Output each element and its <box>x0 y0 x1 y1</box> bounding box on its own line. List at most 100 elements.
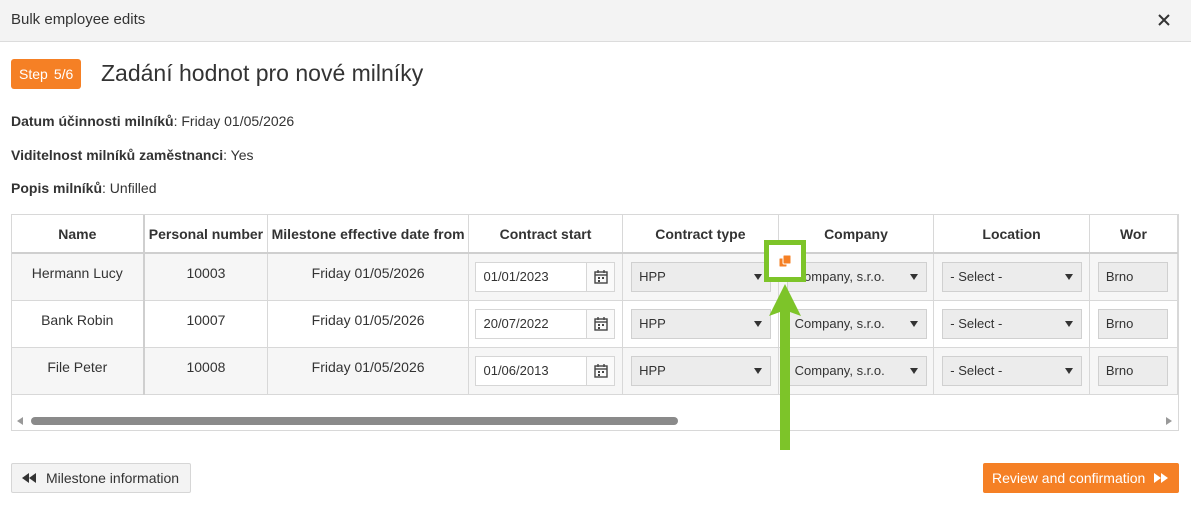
contract-type-value: HPP <box>639 269 666 285</box>
cell-contract-type: HPP <box>622 253 779 301</box>
cell-personal-number: 10003 <box>143 253 269 301</box>
contract-type-value: HPP <box>639 363 666 378</box>
contract-start-value[interactable]: 01/06/2013 <box>476 357 586 385</box>
cell-contract-type: HPP <box>622 347 779 395</box>
company-select[interactable]: Company, s.r.o. <box>786 308 927 339</box>
scrollbar-thumb[interactable] <box>31 417 678 425</box>
column-header-effective-date[interactable]: Milestone effective date from <box>267 215 469 254</box>
cell-contract-start: 20/07/2022 <box>468 300 624 348</box>
chevron-down-icon <box>1065 367 1074 374</box>
page-title: Zadání hodnot pro nové milníky <box>101 60 424 86</box>
calendar-icon[interactable] <box>586 309 615 338</box>
calendar-icon[interactable] <box>586 262 615 291</box>
next-button[interactable]: Review and confirmation <box>983 463 1179 493</box>
work-value: Brno <box>1105 363 1134 378</box>
cell-location: - Select - <box>933 253 1090 301</box>
company-value: Company, s.r.o. <box>794 316 885 331</box>
cell-personal-number: 10008 <box>143 347 269 395</box>
info-description: Popis milníků: Unfilled <box>11 180 156 196</box>
cell-effective-date: Friday 01/05/2026 <box>267 347 469 395</box>
contract-start-field[interactable]: 01/06/2013 <box>475 355 616 386</box>
chevron-down-icon <box>909 320 918 327</box>
table-header-row: Name Personal number Milestone effective… <box>12 215 1178 254</box>
horizontal-scrollbar[interactable] <box>12 412 1178 430</box>
calendar-icon[interactable] <box>586 356 615 385</box>
info-label: Datum účinnosti milníků <box>11 113 174 129</box>
cell-contract-start: 01/06/2013 <box>468 347 624 395</box>
cell-name: Hermann Lucy <box>12 253 145 301</box>
cell-work: Brno <box>1089 300 1178 348</box>
location-value: - Select - <box>950 363 1003 378</box>
employee-table: Name Personal number Milestone effective… <box>12 215 1178 395</box>
info-value: : Unfilled <box>102 180 157 196</box>
company-select[interactable]: Company, s.r.o. <box>786 261 927 292</box>
cell-name: File Peter <box>12 347 145 395</box>
location-select[interactable]: - Select - <box>942 355 1083 386</box>
contract-type-value: HPP <box>639 316 666 331</box>
annotation-arrow-icon <box>769 284 801 450</box>
dialog-title: Bulk employee edits <box>11 11 146 28</box>
cell-contract-start: 01/01/2023 <box>468 253 624 301</box>
contract-type-select[interactable]: HPP <box>631 308 772 339</box>
contract-type-select[interactable]: HPP <box>631 261 772 292</box>
cell-effective-date: Friday 01/05/2026 <box>267 253 469 301</box>
work-select[interactable]: Brno <box>1097 355 1168 386</box>
company-select[interactable]: Company, s.r.o. <box>786 355 927 386</box>
cell-work: Brno <box>1089 253 1178 301</box>
location-select[interactable]: - Select - <box>942 308 1083 339</box>
location-value: - Select - <box>950 316 1003 331</box>
step-value: 5/6 <box>53 66 74 82</box>
back-button-label: Milestone information <box>46 470 180 486</box>
fast-forward-icon <box>1154 473 1169 483</box>
cell-location: - Select - <box>933 300 1090 348</box>
copy-value-button[interactable] <box>764 240 806 282</box>
back-button[interactable]: Milestone information <box>11 463 191 493</box>
contract-start-field[interactable]: 01/01/2023 <box>475 261 616 292</box>
info-value: : Yes <box>223 147 254 163</box>
company-value: Company, s.r.o. <box>794 269 885 285</box>
chevron-down-icon <box>1065 273 1074 280</box>
chevron-down-icon <box>909 367 918 374</box>
table-row: File Peter 10008 Friday 01/05/2026 01/06… <box>12 347 1178 395</box>
info-visibility: Viditelnost milníků zaměstnanci: Yes <box>11 147 254 163</box>
scroll-left-icon[interactable] <box>17 417 23 425</box>
column-header-name[interactable]: Name <box>12 215 145 254</box>
cell-effective-date: Friday 01/05/2026 <box>267 300 469 348</box>
info-effective-date: Datum účinnosti milníků: Friday 01/05/20… <box>11 113 294 129</box>
chevron-down-icon <box>909 273 918 280</box>
cell-personal-number: 10007 <box>143 300 269 348</box>
contract-start-value[interactable]: 20/07/2022 <box>476 310 586 338</box>
copy-icon <box>778 254 792 268</box>
work-select[interactable]: Brno <box>1097 308 1168 339</box>
contract-type-select[interactable]: HPP <box>631 355 772 386</box>
next-button-label: Review and confirmation <box>992 470 1146 486</box>
cell-name: Bank Robin <box>12 300 145 348</box>
info-label: Popis milníků <box>11 180 103 196</box>
cell-contract-type: HPP <box>622 300 779 348</box>
employee-grid: Name Personal number Milestone effective… <box>11 214 1179 431</box>
column-header-personal-number[interactable]: Personal number <box>143 215 269 254</box>
column-header-contract-type[interactable]: Contract type <box>622 215 779 254</box>
chevron-down-icon <box>754 273 763 280</box>
close-icon[interactable] <box>1153 9 1175 31</box>
location-value: - Select - <box>950 269 1003 285</box>
column-header-location[interactable]: Location <box>933 215 1090 254</box>
contract-start-value[interactable]: 01/01/2023 <box>476 263 586 291</box>
column-header-contract-start[interactable]: Contract start <box>468 215 624 254</box>
step-badge: Step 5/6 <box>11 59 82 89</box>
table-row: Hermann Lucy 10003 Friday 01/05/2026 01/… <box>12 253 1178 301</box>
contract-start-field[interactable]: 20/07/2022 <box>475 308 616 339</box>
column-header-work[interactable]: Wor <box>1089 215 1178 254</box>
chevron-down-icon <box>1065 320 1074 327</box>
cell-work: Brno <box>1089 347 1178 395</box>
info-value: : Friday 01/05/2026 <box>173 113 295 129</box>
location-select[interactable]: - Select - <box>942 261 1083 292</box>
company-value: Company, s.r.o. <box>794 363 885 378</box>
chevron-down-icon <box>754 367 763 374</box>
cell-location: - Select - <box>933 347 1090 395</box>
step-label: Step <box>19 66 48 82</box>
work-value: Brno <box>1105 269 1134 285</box>
scroll-right-icon[interactable] <box>1166 417 1172 425</box>
work-select[interactable]: Brno <box>1097 261 1168 292</box>
rewind-icon <box>22 473 36 483</box>
